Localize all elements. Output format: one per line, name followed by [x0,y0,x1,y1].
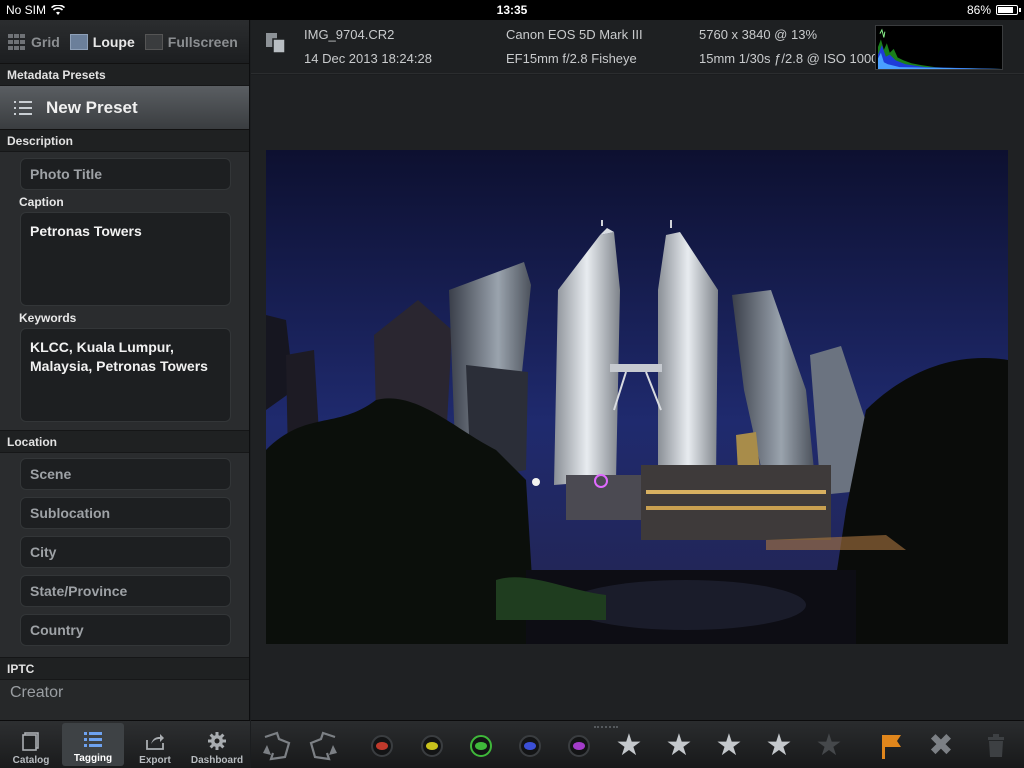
rotate-left-icon [263,731,291,761]
photo-preview[interactable] [266,150,1008,644]
green-label-dot [475,742,487,750]
new-preset-button[interactable]: New Preset [0,86,249,130]
fullscreen-icon [144,33,163,50]
tab-tagging[interactable]: Tagging [62,723,124,766]
rating-star-5[interactable]: ★ [812,729,846,763]
status-right: 86% [966,3,1021,17]
image-dimensions: 5760 x 3840 @ 13% [699,27,818,42]
tab-grid[interactable]: Grid [8,33,60,50]
tab-fullscreen[interactable]: Fullscreen [144,33,238,50]
description-heading: Description [0,130,249,152]
tab-export-label: Export [139,755,171,766]
star-icon: ★ [615,729,643,762]
tab-dashboard[interactable]: Dashboard [186,721,248,768]
photo-title-field[interactable]: Photo Title [20,158,231,190]
star-icon: ★ [665,729,693,762]
creator-field[interactable]: Creator [0,680,249,702]
tagging-icon [84,732,102,747]
gear-icon [208,732,226,750]
yellow-label-dot [426,742,438,750]
clock: 13:35 [496,3,528,17]
star-icon: ★ [715,729,743,762]
color-label-purple[interactable] [562,729,596,763]
rotate-right-icon [309,731,337,761]
status-bar: No SIM 13:35 86% [0,0,1024,20]
tab-catalog-label: Catalog [12,755,50,766]
tab-loupe-label: Loupe [92,33,135,50]
histogram [875,25,1003,70]
rating-star-4[interactable]: ★ [762,729,796,763]
location-section: Scene Sublocation City State/Province Co… [0,453,249,658]
loupe-icon [69,33,88,50]
red-label-dot [376,742,388,750]
color-label-green[interactable] [464,729,498,763]
loupe-view [251,75,1024,720]
flag-icon [882,735,901,759]
rotate-right-button[interactable] [307,729,341,763]
view-mode-tabs: Grid Loupe Fullscreen [0,20,249,64]
rotate-left-button[interactable] [259,729,293,763]
color-label-red[interactable] [365,729,399,763]
battery-icon [996,5,1021,15]
tab-dashboard-label: Dashboard [190,755,244,766]
reject-button[interactable]: ✖ [924,729,958,763]
tab-tagging-label: Tagging [73,753,113,764]
metadata-panel: Grid Loupe Fullscreen Metadata Presets N… [0,20,250,720]
pick-flag-button[interactable] [874,729,908,763]
battery-fill [998,7,1013,13]
color-label-blue[interactable] [513,729,547,763]
city-field[interactable]: City [20,536,231,568]
module-tab-bar: Catalog Tagging Export Dashboard [0,720,250,768]
caption-field[interactable]: Petronas Towers [20,212,231,306]
battery-percent: 86% [966,3,991,17]
iptc-heading: IPTC [0,658,249,680]
tab-grid-label: Grid [31,33,60,50]
keywords-label: Keywords [19,311,77,325]
filename: IMG_9704.CR2 [304,27,395,42]
exposure-settings: 15mm 1/30s ƒ/2.8 @ ISO 1000 [699,51,879,66]
export-icon [146,734,164,750]
rating-star-2[interactable]: ★ [662,729,696,763]
photo-image [266,150,1008,644]
rating-star-3[interactable]: ★ [712,729,746,763]
delete-button[interactable] [979,729,1013,763]
reject-x-icon: ✖ [928,729,954,762]
tab-export[interactable]: Export [124,721,186,768]
star-icon: ★ [765,729,793,762]
rating-toolbar: ★ ★ ★ ★ ★ ✖ [251,720,1024,768]
catalog-icon [22,732,39,751]
copy-metadata-icon[interactable] [265,32,287,54]
scene-field[interactable]: Scene [20,458,231,490]
keywords-field[interactable]: KLCC, Kuala Lumpur, Malaysia, Petronas T… [20,328,231,422]
rating-star-1[interactable]: ★ [612,729,646,763]
capture-datetime: 14 Dec 2013 18:24:28 [304,51,432,66]
location-heading: Location [0,431,249,453]
blue-label-dot [524,742,536,750]
new-preset-label: New Preset [46,97,138,117]
grid-icon [8,33,25,50]
list-icon [14,100,32,115]
trash-icon [988,734,1004,757]
camera-model: Canon EOS 5D Mark III [506,27,643,42]
photo-info-bar: IMG_9704.CR2 14 Dec 2013 18:24:28 Canon … [251,20,1024,74]
country-field[interactable]: Country [20,614,231,646]
tab-fullscreen-label: Fullscreen [167,33,238,50]
sublocation-field[interactable]: Sublocation [20,497,231,529]
caption-label: Caption [19,195,64,209]
purple-label-dot [573,742,585,750]
tab-catalog[interactable]: Catalog [0,721,62,768]
metadata-presets-heading: Metadata Presets [0,64,249,86]
color-label-yellow[interactable] [415,729,449,763]
state-province-field[interactable]: State/Province [20,575,231,607]
description-section: Photo Title Caption Petronas Towers Keyw… [0,152,249,431]
star-icon: ★ [815,729,843,762]
tab-loupe[interactable]: Loupe [69,33,135,50]
lens-model: EF15mm f/2.8 Fisheye [506,51,637,66]
